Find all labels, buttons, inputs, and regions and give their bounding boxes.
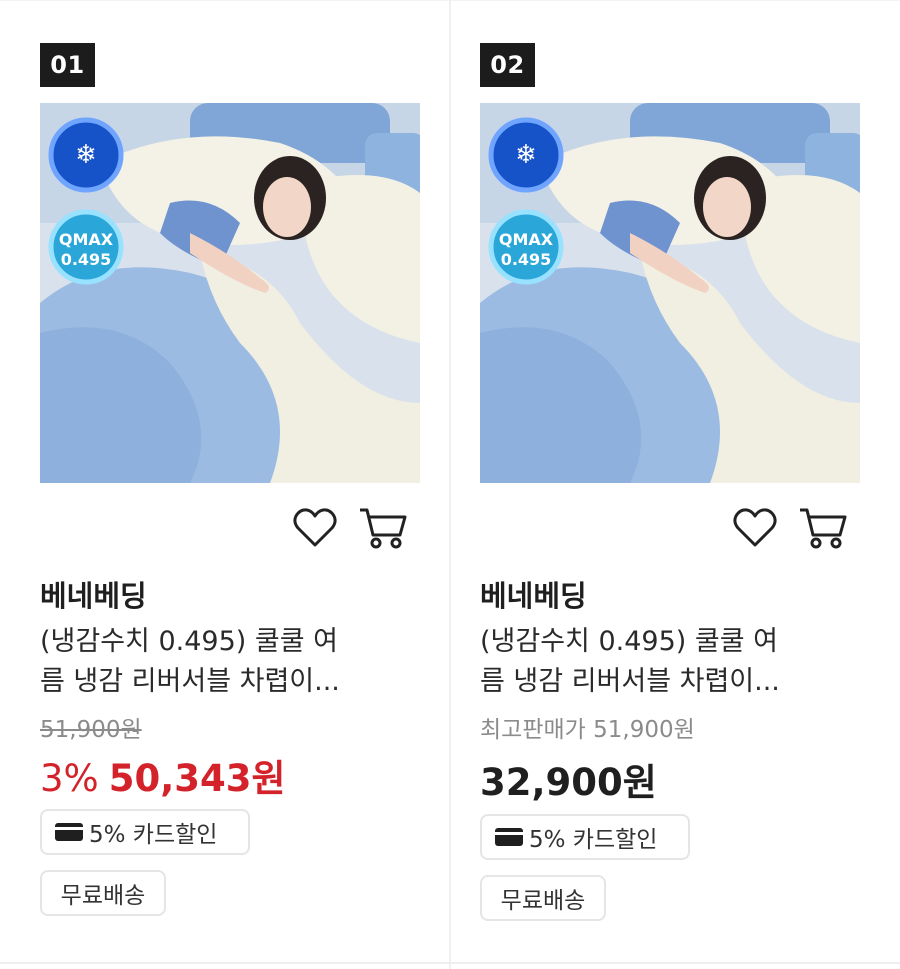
free-shipping-label: 무료배송 [500,888,586,914]
svg-text:0.495: 0.495 [61,250,112,269]
heart-icon[interactable] [732,505,778,551]
bedding-photo: ❄ QMAX 0.495 [40,103,420,483]
card-discount-label: 5% 카드할인 [529,827,658,853]
bedding-photo: ❄ QMAX 0.495 [480,103,860,483]
heart-icon[interactable] [292,505,338,551]
product-image[interactable]: ❄ QMAX 0.495 [40,103,420,483]
bottom-divider [0,962,900,964]
svg-text:0.495: 0.495 [501,250,552,269]
product-grid: 01 ❄ QMAX 0.495 베네베딩 (냉감수치 0.495) 쿨쿨 여 름… [0,0,900,969]
product-title-line: 름 냉감 리버서블 차렵이... [480,666,780,697]
svg-text:QMAX: QMAX [59,230,114,249]
card-discount-tag: 5% 카드할인 [480,814,690,860]
free-shipping-label: 무료배송 [60,883,146,909]
rank-badge: 01 [40,43,95,87]
cart-icon[interactable] [358,505,408,551]
product-image[interactable]: ❄ QMAX 0.495 [480,103,860,483]
product-title-line: (냉감수치 0.495) 쿨쿨 여 [40,626,338,657]
svg-text:QMAX: QMAX [499,230,554,249]
free-shipping-tag: 무료배송 [40,870,166,916]
sale-price-line: 3% 50,343원 [40,748,286,802]
card-discount-label: 5% 카드할인 [89,822,218,848]
snowflake-thermometer-icon: ❄ [75,140,97,170]
product-title[interactable]: (냉감수치 0.495) 쿨쿨 여 름 냉감 리버서블 차렵이... [480,622,860,702]
sale-price: 32,900원 [480,761,657,804]
sale-price: 50,343원 [108,757,286,800]
product-title[interactable]: (냉감수치 0.495) 쿨쿨 여 름 냉감 리버서블 차렵이... [40,622,420,702]
brand-name: 베네베딩 [40,579,147,613]
credit-card-icon [55,823,83,841]
original-price: 51,900원 [40,717,142,743]
product-card-1[interactable]: 01 ❄ QMAX 0.495 베네베딩 (냉감수치 0.495) 쿨쿨 여 름… [40,0,460,960]
best-price-label: 최고판매가 51,900원 [480,717,695,743]
card-discount-tag: 5% 카드할인 [40,809,250,855]
rank-badge: 02 [480,43,535,87]
product-actions [292,505,422,553]
snowflake-thermometer-icon: ❄ [515,140,537,170]
discount-rate: 3% [40,757,99,800]
credit-card-icon [495,828,523,846]
product-title-line: (냉감수치 0.495) 쿨쿨 여 [480,626,778,657]
product-actions [732,505,862,553]
cart-icon[interactable] [798,505,848,551]
free-shipping-tag: 무료배송 [480,875,606,921]
product-title-line: 름 냉감 리버서블 차렵이... [40,666,340,697]
product-card-2[interactable]: 02 ❄ QMAX 0.495 베네베딩 (냉감수치 0.495) 쿨쿨 여 름… [480,0,900,960]
brand-name: 베네베딩 [480,579,587,613]
